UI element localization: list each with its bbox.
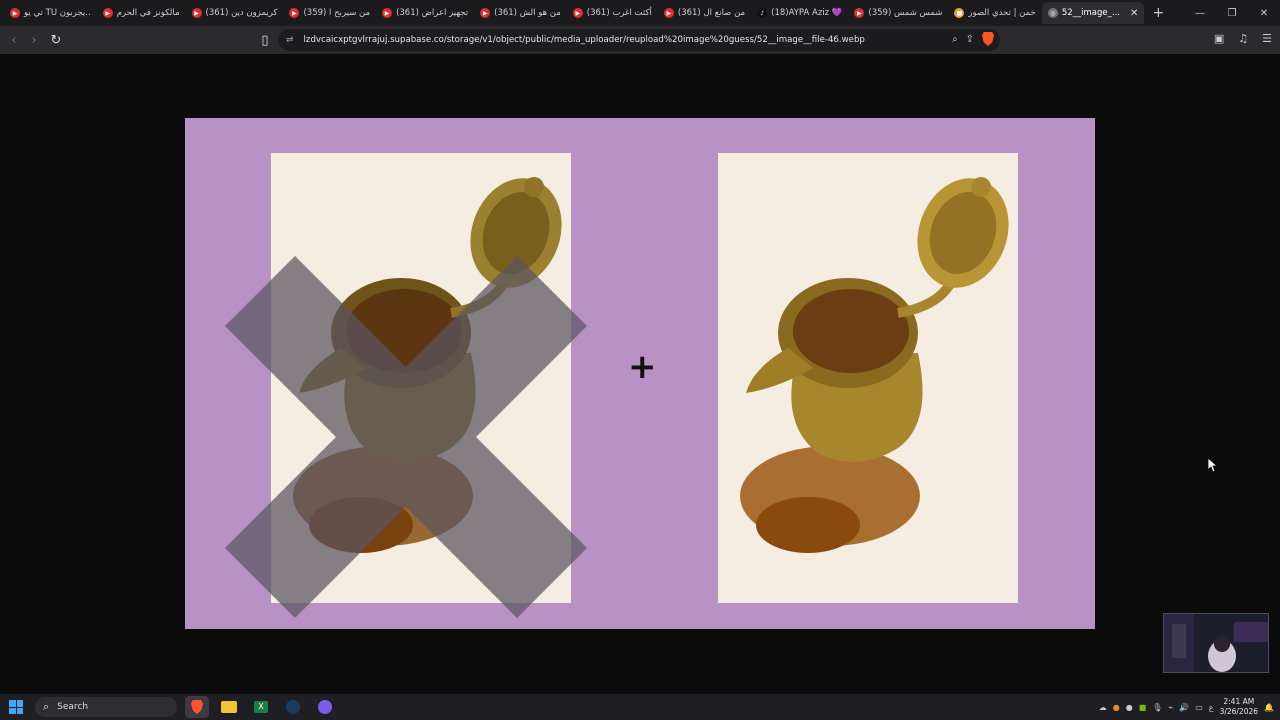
window-controls: — ❐ ✕	[1184, 0, 1280, 26]
youtube-icon: ▶	[102, 8, 113, 18]
tab[interactable]: ■ خمن | تحدي الصور	[948, 2, 1041, 24]
tab[interactable]: ▶ (361) أكثت اغرب	[567, 2, 658, 24]
tab[interactable]: ▶ (359) شمس شمس	[848, 2, 948, 24]
sidebar-icon[interactable]: ▣	[1214, 32, 1224, 45]
input-language[interactable]: ع	[1209, 703, 1214, 712]
tab[interactable]: ▶ (359) من سيربح ا	[283, 2, 376, 24]
system-tray: ☁ ● ● ■ 🎙 ⌁ 🔊 ▭ ع 2:41 AM 3/26/2026 🔔	[1099, 694, 1274, 720]
globe-icon: ◎	[1047, 8, 1058, 18]
tab-label: (361) من هو الش	[494, 8, 561, 18]
tab-label: مالكونز في الحرم	[116, 8, 180, 18]
browser-toolbar: ‹ › ↻ ▯ ⇌ lzdvcaicxptgvlrrajuj.supabase.…	[0, 26, 1280, 54]
new-tab-button[interactable]: +	[1150, 5, 1166, 21]
youtube-icon: ▶	[572, 8, 583, 18]
tab-strip: ▶ تي يو TU يجربون.. ▶ مالكونز في الحرم ▶…	[0, 0, 1280, 26]
tab-label: (361) أكثت اغرب	[586, 8, 652, 18]
tab-label: خمن | تحدي الصور	[968, 8, 1036, 18]
tab-label: (359) شمس شمس	[868, 8, 943, 18]
discord-icon[interactable]	[313, 696, 337, 718]
tab-label: (18)AYPA Aziz 💜	[771, 8, 843, 18]
clock-date: 3/26/2026	[1219, 707, 1259, 716]
tiktok-icon: ♪	[757, 8, 768, 18]
mouse-cursor-icon	[1208, 458, 1218, 472]
streamer-camera-feed	[1164, 614, 1268, 672]
restore-icon[interactable]: ❐	[1216, 8, 1248, 19]
clock[interactable]: 2:41 AM 3/26/2026	[1220, 697, 1258, 717]
steam-icon[interactable]	[281, 696, 305, 718]
share-icon[interactable]: ⇪	[966, 34, 974, 45]
youtube-icon: ▶	[480, 8, 491, 18]
x-mark-icon	[225, 256, 587, 618]
file-explorer-icon[interactable]	[217, 696, 241, 718]
zoom-search-icon[interactable]: ⌕	[952, 34, 958, 45]
youtube-icon: ▶	[10, 8, 20, 18]
close-tab-icon[interactable]: ✕	[1130, 8, 1138, 19]
game-icon: ■	[954, 8, 965, 18]
mic-icon[interactable]: 🎙	[1152, 703, 1162, 712]
puzzle-image: +	[185, 118, 1095, 629]
tab[interactable]: ▶ (361) تجهيز اعراض	[376, 2, 474, 24]
clock-time: 2:41 AM	[1223, 697, 1255, 706]
minimize-icon[interactable]: —	[1184, 8, 1216, 19]
coffee-pot-illustration	[740, 177, 1009, 553]
page-viewport: +	[0, 54, 1280, 694]
tab-active[interactable]: ◎ 52__image_... ✕	[1041, 2, 1145, 24]
app-tray-icon[interactable]: ●	[1113, 703, 1120, 712]
tab[interactable]: ▶ (361) من هو الش	[474, 2, 567, 24]
close-icon[interactable]: ✕	[1248, 8, 1280, 19]
volume-icon[interactable]: 🔊	[1179, 703, 1189, 712]
tab[interactable]: ▶ مالكونز في الحرم	[97, 2, 186, 24]
taskbar-search[interactable]: ⌕ Search	[35, 697, 177, 717]
tab[interactable]: ▶ تي يو TU يجربون..	[4, 2, 97, 24]
youtube-icon: ▶	[663, 8, 674, 18]
tab-label: تي يو TU يجربون..	[24, 8, 91, 18]
address-bar[interactable]: ⇌ lzdvcaicxptgvlrrajuj.supabase.co/stora…	[278, 29, 1000, 51]
url-text[interactable]: lzdvcaicxptgvlrrajuj.supabase.co/storage…	[304, 35, 934, 45]
bookmark-icon[interactable]: ▯	[255, 33, 275, 48]
right-image-panel	[718, 153, 1018, 603]
search-icon: ⌕	[43, 700, 50, 713]
reload-icon[interactable]: ↻	[46, 33, 66, 48]
windows-taskbar: ⌕ Search X ☁ ● ● ■ 🎙 ⌁ 🔊 ▭ ع 2:41 AM 3/2…	[0, 694, 1280, 720]
tab[interactable]: ▶ (361) من صانع ال	[658, 2, 751, 24]
cloud-icon[interactable]: ☁	[1099, 703, 1107, 712]
menu-icon[interactable]: ☰	[1262, 32, 1272, 45]
webcam-overlay	[1163, 613, 1269, 673]
tab-label: 52__image_...	[1061, 8, 1120, 18]
plus-icon: +	[628, 347, 657, 387]
brave-shield-icon[interactable]	[982, 32, 994, 46]
tab-label: (361) كريمزون دين	[205, 8, 278, 18]
notification-bell-icon[interactable]: 🔔	[1264, 703, 1274, 712]
youtube-icon: ▶	[854, 8, 865, 18]
youtube-icon: ▶	[289, 8, 300, 18]
forward-icon[interactable]: ›	[24, 33, 44, 48]
youtube-icon: ▶	[191, 8, 202, 18]
tab-label: (359) من سيربح ا	[303, 8, 371, 18]
back-icon[interactable]: ‹	[4, 33, 24, 48]
media-icon[interactable]: ♫	[1238, 32, 1248, 45]
excel-icon[interactable]: X	[249, 696, 273, 718]
tab-label: (361) من صانع ال	[677, 8, 746, 18]
nvidia-icon[interactable]: ■	[1139, 703, 1147, 712]
network-icon[interactable]: ⌁	[1168, 703, 1173, 712]
brave-icon[interactable]	[185, 696, 209, 718]
tab[interactable]: ▶ (361) كريمزون دين	[186, 2, 284, 24]
windows-icon[interactable]	[9, 700, 23, 714]
tab[interactable]: ♪ (18)AYPA Aziz 💜	[751, 2, 848, 24]
site-info-icon[interactable]: ⇌	[286, 35, 294, 45]
battery-icon[interactable]: ▭	[1195, 703, 1203, 712]
youtube-icon: ▶	[382, 8, 393, 18]
search-label: Search	[57, 702, 89, 712]
tab-label: (361) تجهيز اعراض	[396, 8, 469, 18]
steam-tray-icon[interactable]: ●	[1126, 703, 1133, 712]
